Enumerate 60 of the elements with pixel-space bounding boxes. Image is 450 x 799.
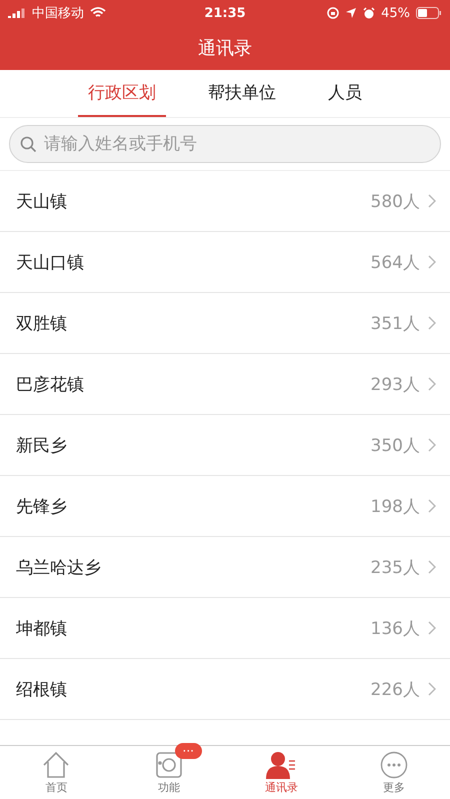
nav-tab[interactable]: ··· 功能	[112, 746, 225, 799]
notification-badge: ···	[174, 743, 202, 759]
town-name: 新民乡	[16, 434, 68, 456]
town-name: 天山镇	[16, 190, 68, 212]
person-count: 198人	[370, 496, 420, 518]
town-name: 巴彦花镇	[16, 374, 85, 396]
nav-tab[interactable]: 首页	[0, 746, 112, 799]
list-row[interactable]: 双胜镇 351人	[0, 293, 450, 354]
camera-icon	[154, 750, 183, 778]
chevron-icon	[428, 499, 436, 513]
carrier-name: 中国移动	[32, 5, 84, 22]
town-name: 双胜镇	[16, 312, 68, 334]
person-count: 136人	[370, 618, 420, 640]
list-row[interactable]: 新民乡 350人	[0, 415, 450, 476]
chevron-icon	[428, 194, 436, 208]
tab[interactable]: 帮扶单位	[198, 70, 286, 117]
town-name: 先锋乡	[16, 496, 68, 518]
signal-icon	[8, 8, 26, 18]
chevron-icon	[428, 255, 436, 269]
home-icon	[41, 750, 72, 778]
list-row[interactable]: 先锋乡 198人	[0, 476, 450, 537]
chevron-icon	[428, 682, 436, 696]
location-icon	[345, 7, 358, 19]
page-title: 通讯录	[198, 37, 252, 60]
search-icon	[20, 136, 37, 153]
battery-percent: 45%	[381, 6, 410, 20]
person-count: 350人	[370, 434, 420, 456]
battery-icon	[416, 7, 442, 19]
tab[interactable]: 行政区划	[78, 70, 166, 117]
person-count: 351人	[370, 312, 420, 334]
person-count: 564人	[370, 252, 420, 274]
list-row[interactable]: 乌兰哈达乡 235人	[0, 537, 450, 598]
person-count: 580人	[370, 190, 420, 212]
clock-time: 21:35	[204, 6, 246, 20]
list-row[interactable]: 巴彦花镇 293人	[0, 354, 450, 415]
nav-tab[interactable]: 更多	[338, 746, 450, 799]
rotation-lock-icon	[327, 7, 340, 19]
town-name: 绍根镇	[16, 678, 68, 700]
person-count: 226人	[370, 678, 420, 700]
alarm-icon	[363, 7, 376, 19]
tab[interactable]: 人员	[318, 70, 372, 117]
more-icon	[380, 750, 408, 778]
person-count: 235人	[370, 556, 420, 578]
town-name: 坤都镇	[16, 618, 68, 640]
person-icon	[266, 750, 296, 778]
list-row[interactable]: 坤都镇 136人	[0, 598, 450, 659]
list-row[interactable]: 天山镇 580人	[0, 171, 450, 232]
chevron-icon	[428, 377, 436, 391]
chevron-icon	[428, 621, 436, 635]
chevron-icon	[428, 438, 436, 452]
chevron-icon	[428, 316, 436, 330]
nav-tab[interactable]: 通讯录	[225, 746, 338, 799]
town-name: 乌兰哈达乡	[16, 556, 102, 578]
person-count: 293人	[370, 374, 420, 396]
list-row[interactable]: 天山口镇 564人	[0, 232, 450, 293]
list-row[interactable]: 绍根镇 226人	[0, 659, 450, 720]
wifi-icon	[90, 7, 106, 19]
chevron-icon	[428, 560, 436, 574]
town-name: 天山口镇	[16, 252, 85, 274]
search-field[interactable]: 请输入姓名或手机号	[9, 125, 441, 163]
